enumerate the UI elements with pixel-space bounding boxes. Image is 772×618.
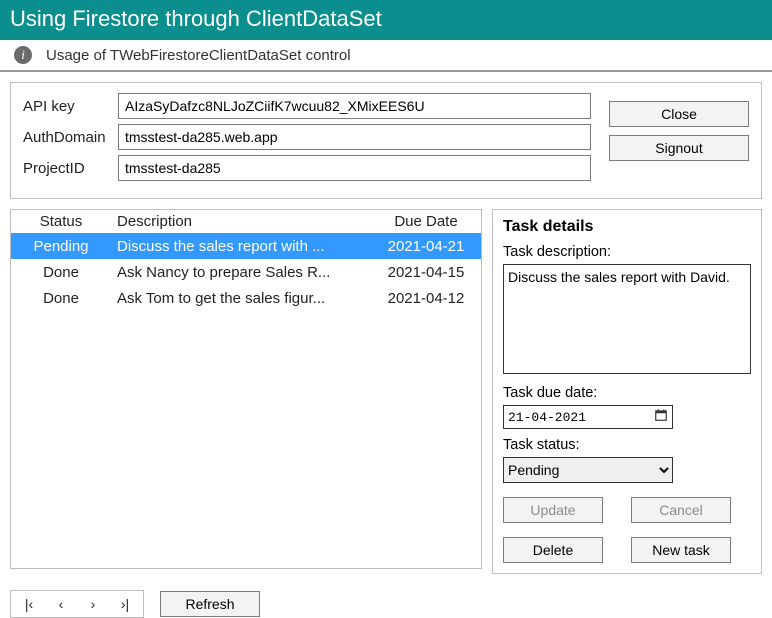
api-key-label: API key — [23, 98, 118, 115]
task-status-select[interactable]: PendingDone — [503, 457, 673, 483]
table-row[interactable]: PendingDiscuss the sales report with ...… — [11, 233, 481, 259]
info-icon: i — [14, 46, 32, 64]
details-panel: Task details Task description: Task due … — [492, 209, 762, 574]
page-subtitle: Usage of TWebFirestoreClientDataSet cont… — [46, 47, 351, 64]
db-navigator: |‹ ‹ › ›| — [10, 590, 144, 618]
cell-description: Ask Nancy to prepare Sales R... — [111, 264, 371, 281]
project-id-input[interactable] — [118, 155, 591, 181]
info-bar: i Usage of TWebFirestoreClientDataSet co… — [0, 40, 772, 72]
title-bar: Using Firestore through ClientDataSet — [0, 0, 772, 40]
nav-next-button[interactable]: › — [79, 593, 107, 615]
refresh-button[interactable]: Refresh — [160, 591, 260, 617]
nav-last-button[interactable]: ›| — [111, 593, 139, 615]
api-key-input[interactable] — [118, 93, 591, 119]
delete-button[interactable]: Delete — [503, 537, 603, 563]
auth-domain-input[interactable] — [118, 124, 591, 150]
cell-status: Done — [11, 290, 111, 307]
task-grid[interactable]: Status Description Due Date PendingDiscu… — [10, 209, 482, 569]
col-header-status: Status — [11, 213, 111, 230]
config-panel: API key AuthDomain ProjectID Close Signo… — [10, 82, 762, 199]
signout-button[interactable]: Signout — [609, 135, 749, 161]
cell-description: Discuss the sales report with ... — [111, 238, 371, 255]
update-button[interactable]: Update — [503, 497, 603, 523]
new-task-button[interactable]: New task — [631, 537, 731, 563]
cell-due-date: 2021-04-12 — [371, 290, 481, 307]
col-header-description: Description — [111, 213, 371, 230]
cell-description: Ask Tom to get the sales figur... — [111, 290, 371, 307]
col-header-due-date: Due Date — [371, 213, 481, 230]
nav-prev-button[interactable]: ‹ — [47, 593, 75, 615]
cell-status: Pending — [11, 238, 111, 255]
auth-domain-label: AuthDomain — [23, 129, 118, 146]
cell-status: Done — [11, 264, 111, 281]
due-date-value: 21-04-2021 — [508, 410, 586, 425]
status-label: Task status: — [503, 437, 751, 453]
cell-due-date: 2021-04-21 — [371, 238, 481, 255]
task-description-input[interactable] — [503, 264, 751, 374]
grid-header: Status Description Due Date — [11, 210, 481, 233]
project-id-label: ProjectID — [23, 160, 118, 177]
cancel-button[interactable]: Cancel — [631, 497, 731, 523]
calendar-icon[interactable] — [654, 408, 668, 426]
cell-due-date: 2021-04-15 — [371, 264, 481, 281]
task-due-date-input[interactable]: 21-04-2021 — [503, 405, 673, 429]
desc-label: Task description: — [503, 244, 751, 260]
close-button[interactable]: Close — [609, 101, 749, 127]
page-title: Using Firestore through ClientDataSet — [10, 6, 382, 31]
nav-first-button[interactable]: |‹ — [15, 593, 43, 615]
details-heading: Task details — [503, 218, 751, 236]
table-row[interactable]: DoneAsk Nancy to prepare Sales R...2021-… — [11, 259, 481, 285]
due-date-label: Task due date: — [503, 385, 751, 401]
table-row[interactable]: DoneAsk Tom to get the sales figur...202… — [11, 285, 481, 311]
